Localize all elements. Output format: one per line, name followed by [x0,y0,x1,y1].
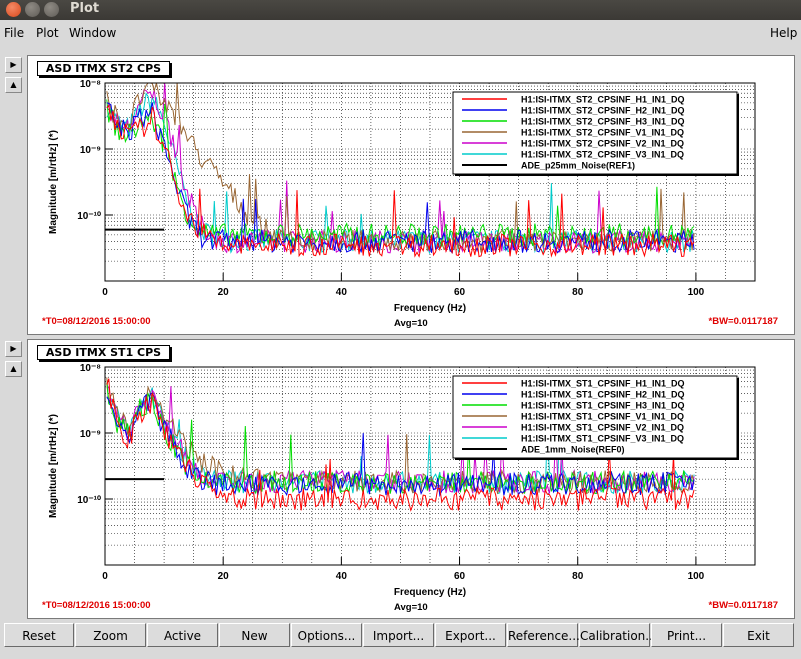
reset-button[interactable]: Reset [4,623,74,647]
x-tick-label: 40 [336,571,348,582]
pad1-next-arrow-icon[interactable]: ▶ [5,57,22,73]
menu-file[interactable]: File [4,26,24,40]
y-tick-label: 10⁻⁸ [80,79,101,90]
x-tick-label: 20 [218,287,230,298]
menu-help[interactable]: Help [770,26,797,40]
y-tick-label: 10⁻⁸ [80,363,101,374]
options-button[interactable]: Options... [291,623,362,647]
t0-label: *T0=08/12/2016 15:00:00 [42,316,151,327]
menu-bar: File Plot Window Help [0,20,801,46]
x-axis-label: Frequency (Hz) [394,303,466,314]
import-button[interactable]: Import... [363,623,434,647]
x-tick-label: 100 [688,571,705,582]
window-title: Plot [70,1,100,16]
x-tick-label: 60 [454,287,466,298]
x-axis-label: Frequency (Hz) [394,587,466,598]
window-titlebar: Plot [0,0,801,20]
export-button[interactable]: Export... [435,623,506,647]
x-tick-label: 40 [336,287,348,298]
x-tick-label: 0 [102,287,108,298]
pad2-up-arrow-icon[interactable]: ▲ [5,361,22,377]
x-tick-label: 80 [572,571,584,582]
t0-label: *T0=08/12/2016 15:00:00 [42,600,151,611]
legend-entry: H1:ISI-ITMX_ST1_CPSINF_V2_IN1_DQ [521,423,684,433]
x-tick-label: 0 [102,571,108,582]
y-tick-label: 10⁻¹⁰ [77,211,101,222]
plot-pad-1[interactable]: 10⁻⁸ 10⁻⁹ 10⁻¹⁰ 0 20 40 60 80 100 Magnitude [m/r… [27,55,795,335]
pad1-title: ASD ITMX ST2 CPS [37,61,170,76]
menu-window[interactable]: Window [69,26,116,40]
legend-entry: H1:ISI-ITMX_ST2_CPSINF_H3_IN1_DQ [521,117,685,127]
legend-entry: H1:ISI-ITMX_ST1_CPSINF_V1_IN1_DQ [521,412,684,422]
legend-entry: H1:ISI-ITMX_ST2_CPSINF_V3_IN1_DQ [521,150,684,160]
y-tick-label: 10⁻⁹ [80,145,101,156]
legend-entry: H1:ISI-ITMX_ST2_CPSINF_H2_IN1_DQ [521,106,685,116]
legend-entry: H1:ISI-ITMX_ST1_CPSINF_H2_IN1_DQ [521,390,685,400]
y-axis-label: Magnitude [m/rtHz] (*) [48,130,59,234]
plot-pad-2[interactable]: 10⁻⁸ 10⁻⁹ 10⁻¹⁰ 0 20 40 60 80 100 Magnitude [m/r… [27,339,795,619]
reference-button[interactable]: Reference... [507,623,580,647]
maximize-window-icon[interactable] [44,2,59,17]
new-button[interactable]: New [219,623,290,647]
calibration-button[interactable]: Calibration... [579,623,657,647]
y-axis-label: Magnitude [m/rtHz] (*) [48,414,59,518]
x-tick-label: 60 [454,571,466,582]
x-tick-label: 80 [572,287,584,298]
print-button[interactable]: Print... [651,623,722,647]
legend-entry: H1:ISI-ITMX_ST1_CPSINF_H3_IN1_DQ [521,401,685,411]
exit-button[interactable]: Exit [723,623,794,647]
legend: H1:ISI-ITMX_ST1_CPSINF_H1_IN1_DQH1:ISI-I… [452,375,739,460]
avg-label: Avg=10 [394,318,428,329]
st1-chart: 10⁻⁸ 10⁻⁹ 10⁻¹⁰ 0 20 40 60 80 100 Magnitude [m/r… [42,363,778,613]
legend-entry: ADE_p25mm_Noise(REF1) [521,161,635,171]
legend-entry: H1:ISI-ITMX_ST1_CPSINF_V3_IN1_DQ [521,434,684,444]
active-button[interactable]: Active [147,623,218,647]
bw-label: *BW=0.0117187 [709,600,778,611]
legend-entry: ADE_1mm_Noise(REF0) [521,445,625,455]
pad1-up-arrow-icon[interactable]: ▲ [5,77,22,93]
minimize-window-icon[interactable] [25,2,40,17]
y-tick-label: 10⁻¹⁰ [77,495,101,506]
close-window-icon[interactable] [6,2,21,17]
legend: H1:ISI-ITMX_ST2_CPSINF_H1_IN1_DQH1:ISI-I… [452,91,739,176]
pad2-next-arrow-icon[interactable]: ▶ [5,341,22,357]
legend-entry: H1:ISI-ITMX_ST2_CPSINF_H1_IN1_DQ [521,95,685,105]
legend-entry: H1:ISI-ITMX_ST2_CPSINF_V1_IN1_DQ [521,128,684,138]
avg-label: Avg=10 [394,602,428,613]
pad2-title: ASD ITMX ST1 CPS [37,345,170,360]
legend-entry: H1:ISI-ITMX_ST1_CPSINF_H1_IN1_DQ [521,379,685,389]
menu-plot[interactable]: Plot [36,26,59,40]
x-tick-label: 100 [688,287,705,298]
legend-entry: H1:ISI-ITMX_ST2_CPSINF_V2_IN1_DQ [521,139,684,149]
st2-chart: 10⁻⁸ 10⁻⁹ 10⁻¹⁰ 0 20 40 60 80 100 Magnitude [m/r… [42,79,778,329]
bw-label: *BW=0.0117187 [709,316,778,327]
zoom-button[interactable]: Zoom [75,623,146,647]
y-tick-label: 10⁻⁹ [80,429,101,440]
x-tick-label: 20 [218,571,230,582]
